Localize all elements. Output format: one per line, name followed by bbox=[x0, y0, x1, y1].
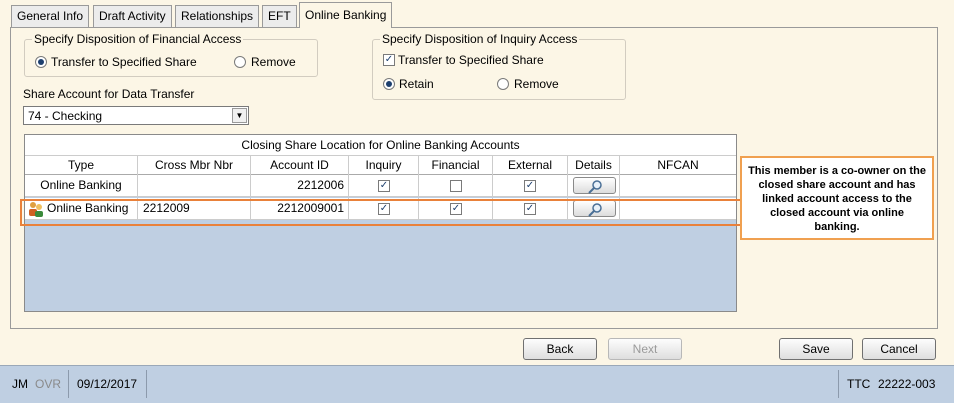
status-divider bbox=[68, 370, 69, 398]
status-station: TTC bbox=[847, 377, 871, 391]
status-session: 22222-003 bbox=[878, 377, 936, 391]
tab-general-info[interactable]: General Info bbox=[11, 5, 90, 27]
inquiry-transfer-label: Transfer to Specified Share bbox=[398, 53, 544, 67]
details-button[interactable] bbox=[573, 200, 616, 217]
tab-eft[interactable]: EFT bbox=[262, 5, 297, 27]
financial-transfer-label: Transfer to Specified Share bbox=[51, 55, 197, 69]
chevron-down-icon[interactable]: ▼ bbox=[232, 108, 247, 123]
external-checkbox[interactable]: ✓ bbox=[524, 203, 536, 215]
column-header-financial[interactable]: Financial bbox=[419, 156, 493, 175]
status-mode: OVR bbox=[35, 377, 62, 391]
inquiry-checkbox[interactable]: ✓ bbox=[378, 180, 390, 192]
cancel-button[interactable]: Cancel bbox=[862, 338, 936, 360]
column-header-nfcan[interactable]: NFCAN bbox=[620, 156, 736, 175]
cell-financial bbox=[419, 175, 493, 197]
cell-external: ✓ bbox=[493, 198, 568, 220]
magnifier-icon bbox=[588, 180, 602, 194]
inquiry-retain-label: Retain bbox=[399, 77, 434, 91]
financial-access-group: Specify Disposition of Financial Access … bbox=[24, 32, 318, 77]
tab-relationships[interactable]: Relationships bbox=[175, 5, 260, 27]
column-header-cross-mbr-nbr[interactable]: Cross Mbr Nbr bbox=[138, 156, 251, 175]
status-date: 09/12/2017 bbox=[77, 377, 138, 391]
cell-nfcan bbox=[620, 198, 736, 220]
column-header-type[interactable]: Type bbox=[25, 156, 138, 175]
cell-type-label: Online Banking bbox=[47, 201, 129, 215]
cell-type: Online Banking bbox=[25, 175, 138, 197]
financial-checkbox[interactable]: ✓ bbox=[450, 203, 462, 215]
cell-external: ✓ bbox=[493, 175, 568, 197]
status-divider bbox=[146, 370, 147, 398]
cell-cross-mbr-nbr: 2212009 bbox=[138, 198, 251, 220]
external-checkbox[interactable]: ✓ bbox=[524, 180, 536, 192]
magnifier-icon bbox=[588, 203, 602, 217]
cell-nfcan bbox=[620, 175, 736, 197]
share-account-select[interactable]: 74 - Checking ▼ bbox=[23, 106, 249, 125]
online-banking-panel: Specify Disposition of Financial Access … bbox=[10, 27, 938, 329]
cell-cross-mbr-nbr bbox=[138, 175, 251, 197]
cell-account-id: 2212006 bbox=[251, 175, 349, 197]
cell-details bbox=[568, 198, 620, 220]
inquiry-access-group: Specify Disposition of Inquiry Access ✓ … bbox=[372, 32, 626, 100]
back-button[interactable]: Back bbox=[523, 338, 597, 360]
status-bar: JM OVR 09/12/2017 TTC 22222-003 bbox=[0, 365, 954, 403]
inquiry-transfer-checkbox[interactable]: ✓ bbox=[383, 54, 395, 66]
inquiry-remove-label: Remove bbox=[514, 77, 559, 91]
cell-type: Online Banking bbox=[25, 198, 138, 220]
online-banking-grid: Closing Share Location for Online Bankin… bbox=[24, 134, 737, 312]
cell-inquiry: ✓ bbox=[349, 198, 419, 220]
share-account-value: 74 - Checking bbox=[28, 109, 103, 123]
cell-financial: ✓ bbox=[419, 198, 493, 220]
cell-account-id: 2212009001 bbox=[251, 198, 349, 220]
column-header-external[interactable]: External bbox=[493, 156, 568, 175]
inquiry-checkbox[interactable]: ✓ bbox=[378, 203, 390, 215]
save-button[interactable]: Save bbox=[779, 338, 853, 360]
tab-draft-activity[interactable]: Draft Activity bbox=[93, 5, 172, 27]
tab-online-banking[interactable]: Online Banking bbox=[299, 2, 393, 28]
cell-details bbox=[568, 175, 620, 197]
column-header-account-id[interactable]: Account ID bbox=[251, 156, 349, 175]
details-button[interactable] bbox=[573, 177, 616, 194]
grid-header: Type Cross Mbr Nbr Account ID Inquiry Fi… bbox=[25, 156, 736, 175]
financial-transfer-radio[interactable] bbox=[35, 56, 47, 68]
share-account-label: Share Account for Data Transfer bbox=[23, 87, 195, 101]
cell-inquiry: ✓ bbox=[349, 175, 419, 197]
callout-note: This member is a co-owner on the closed … bbox=[740, 156, 934, 240]
financial-remove-label: Remove bbox=[251, 55, 296, 69]
inquiry-remove-radio[interactable] bbox=[497, 78, 509, 90]
column-header-inquiry[interactable]: Inquiry bbox=[349, 156, 419, 175]
financial-access-title: Specify Disposition of Financial Access bbox=[32, 32, 244, 46]
financial-remove-radio[interactable] bbox=[234, 56, 246, 68]
table-row[interactable]: Online Banking 2212009 2212009001 ✓ ✓ ✓ bbox=[25, 198, 736, 220]
table-row[interactable]: Online Banking 2212006 ✓ ✓ bbox=[25, 175, 736, 197]
status-user: JM bbox=[12, 377, 28, 391]
next-button[interactable]: Next bbox=[608, 338, 682, 360]
inquiry-retain-radio[interactable] bbox=[383, 78, 395, 90]
financial-checkbox[interactable] bbox=[450, 180, 462, 192]
column-header-details[interactable]: Details bbox=[568, 156, 620, 175]
co-owner-icon bbox=[29, 202, 43, 217]
inquiry-access-title: Specify Disposition of Inquiry Access bbox=[380, 32, 580, 46]
status-divider bbox=[838, 370, 839, 398]
grid-title: Closing Share Location for Online Bankin… bbox=[25, 135, 736, 156]
